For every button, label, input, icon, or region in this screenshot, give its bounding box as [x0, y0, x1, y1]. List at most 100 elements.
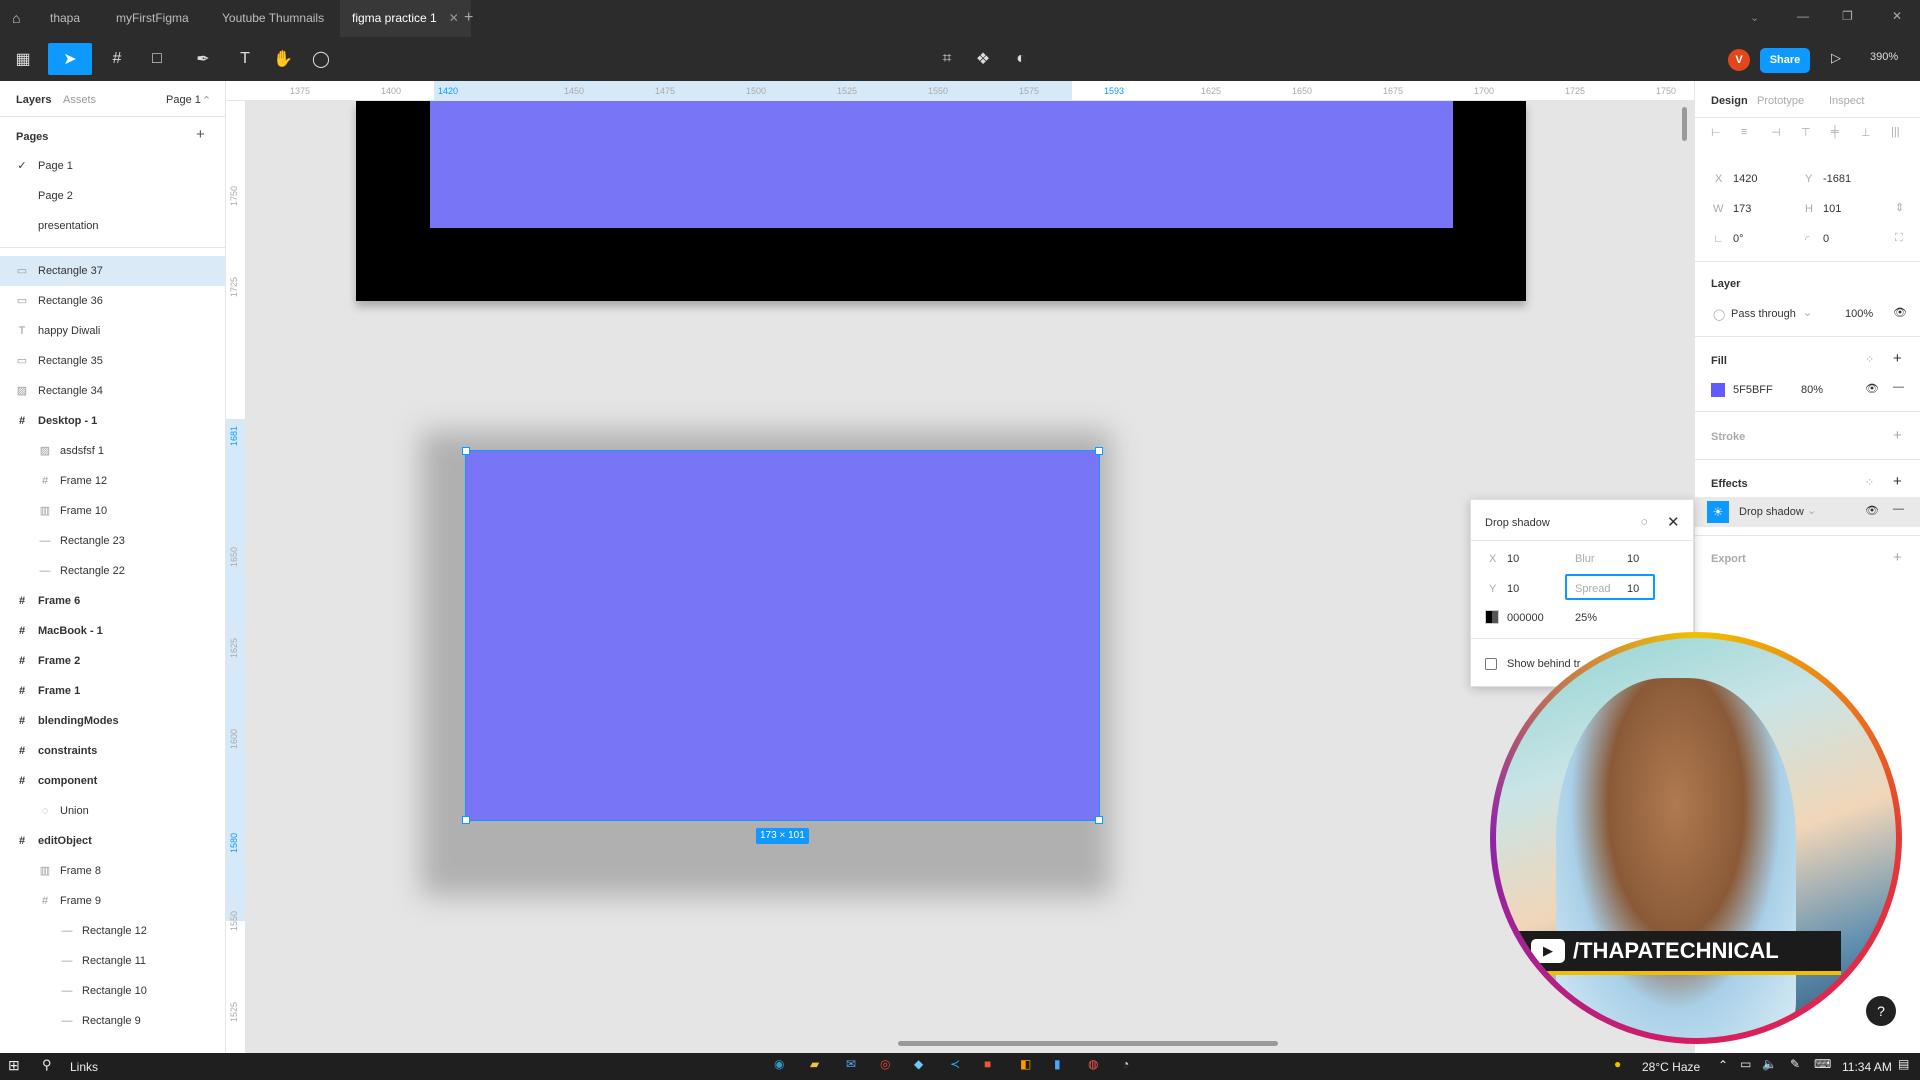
text-tool-icon[interactable]: T: [228, 43, 262, 75]
layer-item[interactable]: # Frame 12: [0, 466, 226, 496]
add-stroke-icon[interactable]: +: [1893, 427, 1902, 444]
shadow-color-hex[interactable]: 000000: [1507, 612, 1544, 624]
tab-youtube-thumnails[interactable]: Youtube Thumnails: [210, 0, 336, 37]
eye-icon[interactable]: 👁: [1865, 382, 1879, 395]
clock-app-icon[interactable]: ◔: [1122, 1057, 1129, 1071]
layer-item[interactable]: # Frame 6: [0, 586, 226, 616]
shadow-color-opacity[interactable]: 25%: [1575, 612, 1597, 624]
share-button[interactable]: Share: [1760, 48, 1810, 73]
layer-item[interactable]: ▥ Frame 10: [0, 496, 226, 526]
h-field[interactable]: 101: [1823, 203, 1841, 215]
tab-assets[interactable]: Assets: [63, 94, 96, 106]
tray-chevron-icon[interactable]: ⌃: [1718, 1058, 1728, 1072]
layer-item[interactable]: # constraints: [0, 736, 226, 766]
layer-item[interactable]: — Rectangle 12: [0, 916, 226, 946]
align-middle-icon[interactable]: ╪: [1831, 126, 1839, 138]
hand-tool-icon[interactable]: ✋: [266, 43, 300, 75]
taskbar-search-label[interactable]: Links: [70, 1060, 98, 1074]
add-effect-icon[interactable]: +: [1893, 473, 1902, 490]
chrome-icon[interactable]: ◎: [880, 1057, 890, 1071]
close-window-icon[interactable]: ✕: [1892, 9, 1902, 23]
layer-opacity[interactable]: 100%: [1845, 308, 1873, 320]
layer-item[interactable]: ◌ Union: [0, 796, 226, 826]
pen-icon[interactable]: ✎: [1790, 1057, 1800, 1071]
close-tab-icon[interactable]: ✕: [449, 11, 459, 25]
add-tab-button[interactable]: +: [464, 9, 473, 27]
fill-swatch[interactable]: [1711, 383, 1725, 397]
page-selector[interactable]: Page 1: [166, 94, 201, 106]
y-field[interactable]: -1681: [1823, 173, 1851, 185]
notifications-icon[interactable]: ▤: [1898, 1057, 1909, 1071]
layer-item[interactable]: — Rectangle 23: [0, 526, 226, 556]
help-icon[interactable]: ?: [1866, 996, 1896, 1026]
reset-icon[interactable]: ◌: [1641, 516, 1648, 528]
eye-icon[interactable]: 👁: [1865, 504, 1879, 517]
shadow-color-swatch[interactable]: [1485, 610, 1499, 624]
weather-text[interactable]: 28°C Haze: [1642, 1060, 1700, 1074]
tab-design[interactable]: Design: [1711, 95, 1748, 107]
align-bottom-icon[interactable]: ⊥: [1861, 126, 1871, 139]
app-icon[interactable]: ▮: [1054, 1057, 1061, 1071]
drop-shadow-effect-icon[interactable]: ☀: [1707, 501, 1729, 523]
fill-hex[interactable]: 5F5BFF: [1733, 384, 1773, 396]
layer-item[interactable]: ▭ Rectangle 37: [0, 256, 226, 286]
pen-tool-icon[interactable]: ✒: [186, 43, 220, 75]
layer-item[interactable]: ▭ Rectangle 35: [0, 346, 226, 376]
clock-time[interactable]: 11:34 AM: [1842, 1060, 1892, 1074]
file-explorer-icon[interactable]: ▰: [810, 1057, 819, 1071]
tab-figma-practice-1[interactable]: figma practice 1 ✕: [340, 0, 471, 37]
layer-item[interactable]: — Rectangle 22: [0, 556, 226, 586]
align-right-icon[interactable]: ⊣: [1771, 126, 1781, 139]
layer-item[interactable]: — Rectangle 11: [0, 946, 226, 976]
tab-layers[interactable]: Layers: [16, 94, 51, 106]
resize-handle[interactable]: [1095, 816, 1103, 824]
shadow-spread-input[interactable]: Spread 10: [1565, 574, 1655, 600]
tab-myfirstfigma[interactable]: myFirstFigma: [104, 0, 201, 37]
layer-item[interactable]: — Rectangle 9: [0, 1006, 226, 1036]
layer-item[interactable]: — Rectangle 10: [0, 976, 226, 1006]
vertical-scrollbar[interactable]: [1682, 107, 1687, 141]
add-export-icon[interactable]: +: [1893, 549, 1902, 566]
home-icon[interactable]: ⌂: [12, 10, 20, 26]
layer-item[interactable]: ▥ Frame 8: [0, 856, 226, 886]
figma-icon[interactable]: ◍: [1088, 1057, 1098, 1071]
rotation-field[interactable]: 0°: [1733, 233, 1744, 245]
volume-icon[interactable]: 🔈: [1762, 1057, 1777, 1071]
independent-corners-icon[interactable]: ⛶: [1895, 232, 1903, 245]
layer-item[interactable]: # component: [0, 766, 226, 796]
avatar[interactable]: V: [1728, 49, 1750, 71]
network-icon[interactable]: ▭: [1740, 1057, 1751, 1071]
add-page-icon[interactable]: +: [196, 126, 205, 143]
resize-handle[interactable]: [462, 816, 470, 824]
layer-item[interactable]: ▭ Rectangle 36: [0, 286, 226, 316]
play-icon[interactable]: ▷: [1831, 50, 1841, 66]
tab-prototype[interactable]: Prototype: [1757, 95, 1804, 107]
comment-tool-icon[interactable]: ◯: [304, 43, 338, 75]
align-left-icon[interactable]: ⊢: [1711, 126, 1721, 139]
search-icon[interactable]: ⚲: [42, 1057, 52, 1073]
add-fill-icon[interactable]: +: [1893, 350, 1902, 367]
layer-item[interactable]: # Frame 9: [0, 886, 226, 916]
blend-mode-select[interactable]: Pass through: [1731, 308, 1796, 320]
mask-icon[interactable]: ◐: [1004, 43, 1038, 75]
chevron-down-icon[interactable]: ⌄: [1750, 11, 1759, 24]
shape-tool-icon[interactable]: □: [140, 43, 174, 75]
styles-icon[interactable]: ⁘: [1865, 353, 1874, 366]
shadow-blur-field[interactable]: 10: [1627, 553, 1639, 565]
crop-icon[interactable]: ⌗: [930, 43, 964, 75]
corner-radius-field[interactable]: 0: [1823, 233, 1829, 245]
x-field[interactable]: 1420: [1733, 173, 1757, 185]
layer-item[interactable]: # blendingModes: [0, 706, 226, 736]
layer-item[interactable]: ▨ Rectangle 34: [0, 376, 226, 406]
move-tool-icon[interactable]: ➤: [48, 43, 92, 75]
layer-item[interactable]: # Frame 1: [0, 676, 226, 706]
layer-item[interactable]: Thappy Diwali: [0, 316, 226, 346]
layer-item[interactable]: # MacBook - 1: [0, 616, 226, 646]
effect-name[interactable]: Drop shadow: [1739, 506, 1804, 518]
align-top-icon[interactable]: ⊤: [1801, 126, 1811, 139]
align-center-icon[interactable]: ≡: [1741, 126, 1747, 138]
layer-item[interactable]: # editObject: [0, 826, 226, 856]
horizontal-scrollbar[interactable]: [898, 1041, 1278, 1046]
selected-rectangle[interactable]: [465, 450, 1100, 821]
chevron-down-icon[interactable]: ⌄: [1807, 504, 1816, 517]
